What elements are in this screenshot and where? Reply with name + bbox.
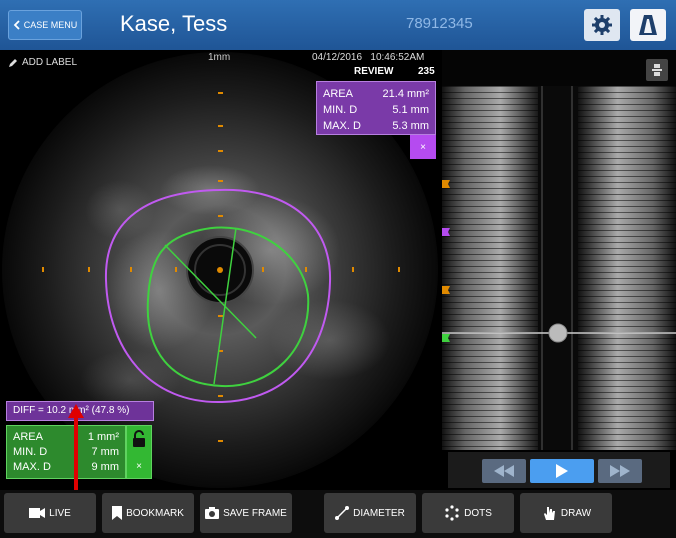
app-header	[0, 0, 676, 50]
rewind-icon	[494, 465, 514, 477]
min-d-row: MIN. D 5.1 mm	[323, 102, 429, 118]
min-d-label: MIN. D	[323, 104, 358, 116]
settings-button[interactable]	[584, 9, 620, 41]
lumen-measurement-close-button[interactable]: ×	[128, 456, 150, 476]
diameter-label: DIAMETER	[353, 507, 405, 519]
save-frame-label: SAVE FRAME	[223, 507, 287, 519]
logo-button[interactable]	[630, 9, 666, 41]
patient-name: Kase, Tess	[120, 11, 228, 36]
bookmark-button[interactable]: BOOKMARK	[102, 493, 194, 533]
mode-label: REVIEW	[354, 66, 394, 77]
min-d-label: MIN. D	[13, 446, 48, 458]
min-d-value: 7 mm	[91, 446, 120, 458]
add-label-button[interactable]: ADD LABEL	[8, 57, 77, 68]
max-d-value: 5.3 mm	[392, 120, 429, 132]
pencil-icon	[9, 58, 17, 67]
scale-label: 1mm	[208, 52, 231, 63]
logo-icon	[639, 15, 657, 35]
area-value: 1 mm²	[87, 431, 119, 443]
dots-button[interactable]: DOTS	[422, 493, 514, 533]
lock-open-icon	[133, 430, 145, 447]
video-camera-icon	[29, 508, 46, 518]
area-value: 21.4 mm²	[382, 88, 429, 100]
dots-icon	[445, 505, 459, 521]
min-d-value: 5.1 mm	[392, 104, 429, 116]
close-icon: ×	[136, 460, 142, 472]
expand-icon	[652, 64, 662, 76]
lock-toggle-button[interactable]	[128, 428, 150, 450]
vessel-measurement-box[interactable]: AREA 21.4 mm² MIN. D 5.1 mm MAX. D 5.3 m…	[316, 81, 436, 135]
date-time: 04/12/2016 10:46:52AM	[312, 52, 424, 63]
hand-draw-icon	[543, 507, 555, 520]
draw-button[interactable]: DRAW	[520, 493, 612, 533]
frame-cursor-handle	[548, 323, 568, 343]
area-label: AREA	[13, 431, 43, 443]
case-menu-button[interactable]: CASE MENU	[8, 10, 82, 40]
play-button[interactable]	[530, 459, 594, 483]
fast-forward-icon	[610, 465, 630, 477]
live-button[interactable]: LIVE	[4, 493, 96, 533]
max-d-row: MAX. D 5.3 mm	[323, 118, 429, 134]
fast-forward-button[interactable]	[598, 459, 642, 483]
chevron-left-icon	[13, 20, 20, 30]
rewind-button[interactable]	[482, 459, 526, 483]
case-menu-label: CASE MENU	[23, 20, 78, 30]
area-row: AREA 21.4 mm²	[323, 86, 429, 102]
draw-label: DRAW	[560, 507, 592, 519]
save-frame-button[interactable]: SAVE FRAME	[200, 493, 292, 533]
max-d-label: MAX. D	[13, 461, 51, 473]
bookmark-icon	[112, 506, 123, 520]
gear-icon	[592, 15, 612, 35]
longitudinal-view[interactable]	[442, 50, 676, 450]
vessel-measurement-close-button[interactable]: ×	[410, 135, 436, 159]
dots-label: DOTS	[464, 507, 492, 519]
max-d-label: MAX. D	[323, 120, 361, 132]
diameter-button[interactable]: DIAMETER	[324, 493, 416, 533]
time: 10:46:52AM	[370, 52, 425, 63]
bookmark-label: BOOKMARK	[126, 507, 184, 519]
diameter-icon	[335, 506, 350, 520]
date: 04/12/2016	[312, 52, 363, 63]
frame-number: 235	[418, 66, 435, 77]
max-d-value: 9 mm	[91, 461, 120, 473]
close-icon: ×	[420, 141, 426, 153]
area-label: AREA	[323, 88, 353, 100]
camera-icon	[205, 507, 220, 519]
patient-id: 78912345	[406, 15, 473, 32]
add-label-text: ADD LABEL	[22, 57, 78, 68]
play-icon	[556, 464, 568, 478]
live-label: LIVE	[49, 507, 71, 519]
expand-view-button[interactable]	[646, 59, 668, 81]
